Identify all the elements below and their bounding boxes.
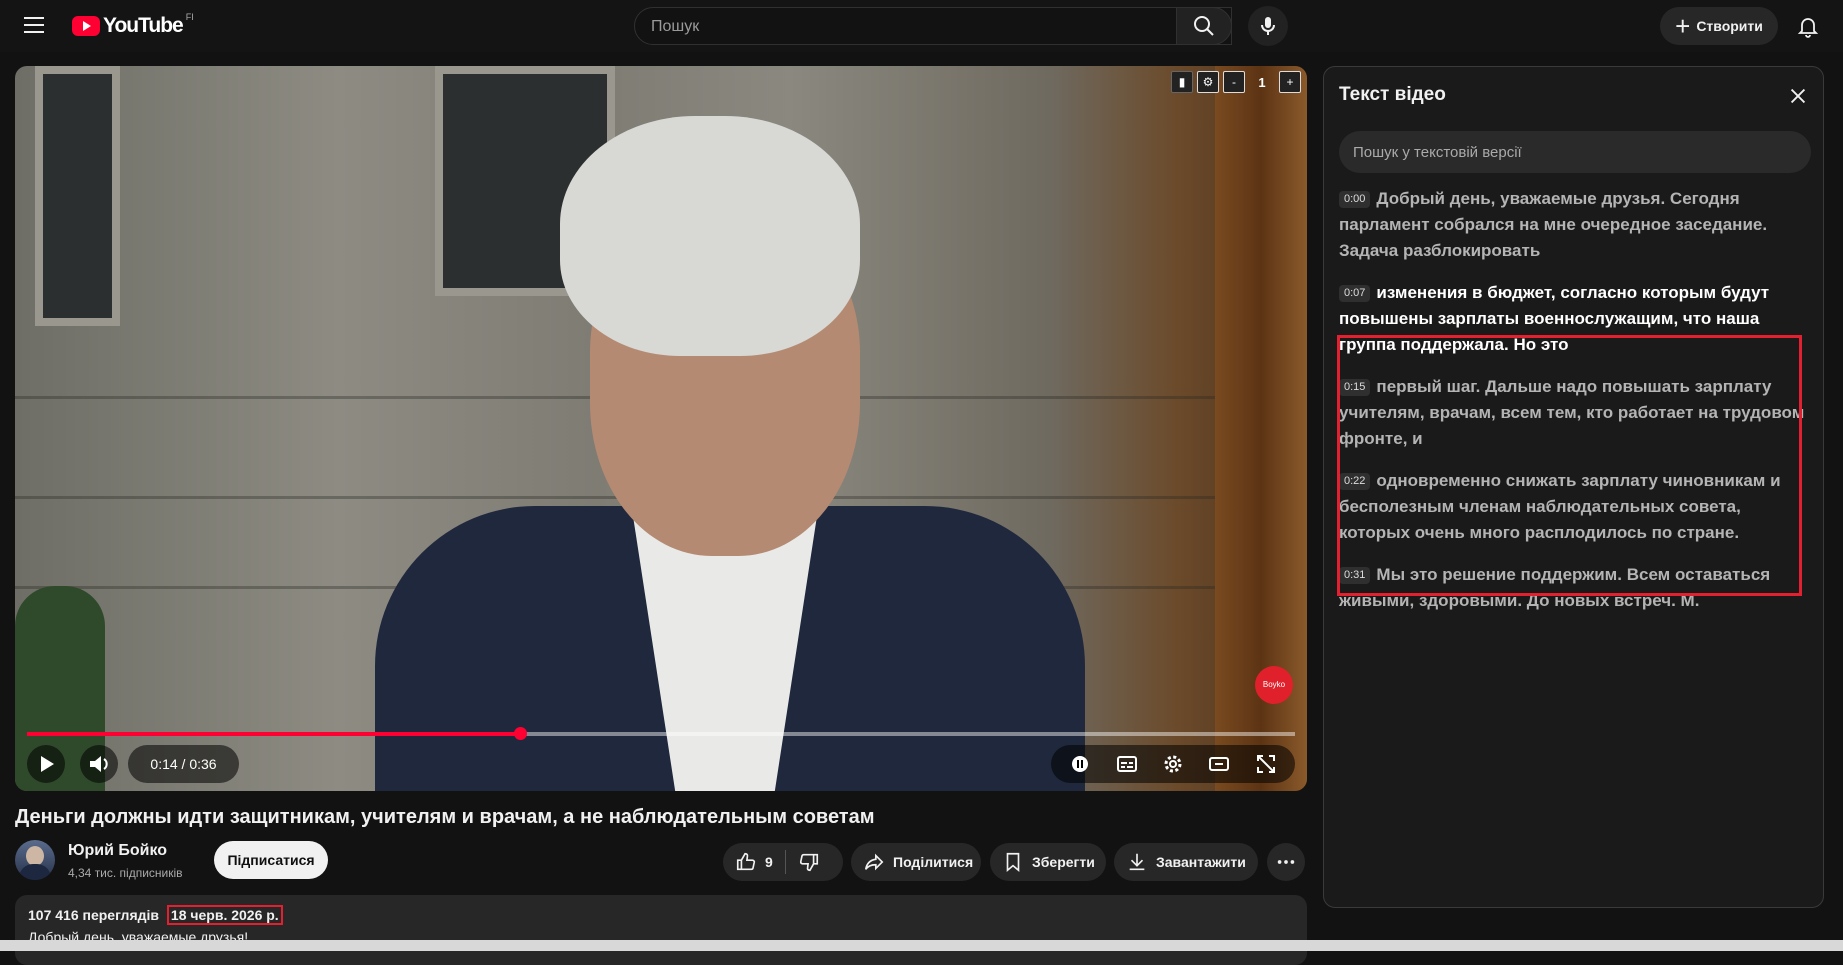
segment-text: первый шаг. Дальше надо повышать зарплат… (1339, 377, 1805, 448)
search-box[interactable] (634, 7, 1232, 45)
settings-button[interactable] (1159, 750, 1187, 778)
more-actions-button[interactable] (1267, 843, 1305, 881)
search-icon (1194, 16, 1214, 36)
search-button[interactable] (1176, 7, 1232, 45)
thumbs-up-icon (736, 852, 756, 871)
player-right-controls (1051, 745, 1295, 783)
upload-date: 18 черв. 2026 р. (166, 905, 283, 925)
thumbs-down-icon (799, 853, 818, 872)
transcript-segment[interactable]: 0:15 первый шаг. Дальше надо повышать зар… (1339, 374, 1809, 452)
like-dislike-group: 9 (723, 843, 843, 881)
youtube-logo[interactable]: YouTube FI (72, 12, 194, 38)
segment-text: одновременно снижать зарплату чиновникам… (1339, 471, 1781, 542)
view-count: 107 416 переглядів (28, 907, 160, 923)
gear-icon (1164, 755, 1182, 773)
play-button[interactable] (27, 745, 65, 783)
description-box[interactable]: 107 416 переглядів 18 черв. 2026 р. Добр… (15, 895, 1307, 965)
time-display: 0:14 / 0:36 (128, 745, 239, 783)
subtitles-button[interactable] (1113, 750, 1141, 778)
download-button[interactable]: Завантажити (1114, 843, 1258, 881)
share-button[interactable]: Поділитися (851, 843, 981, 881)
bookmark-icon (1006, 852, 1020, 873)
download-icon (1129, 853, 1145, 871)
progress-scrubber[interactable] (514, 727, 527, 740)
channel-avatar[interactable] (15, 840, 55, 880)
speed-increase-button[interactable]: + (1279, 71, 1301, 93)
search-input[interactable] (649, 17, 1133, 37)
subtitles-icon (1116, 756, 1137, 772)
transcript-segment-active[interactable]: 0:07 изменения в бюджет, согласно которым… (1339, 280, 1809, 358)
transcript-search-box[interactable] (1339, 131, 1811, 173)
country-code: FI (185, 12, 194, 22)
extension-mic-icon[interactable]: ▮ (1171, 71, 1193, 93)
share-label: Поділитися (893, 854, 974, 870)
subscriber-count: 4,34 тис. підписників (68, 866, 183, 880)
play-icon (41, 756, 54, 772)
download-label: Завантажити (1156, 854, 1246, 870)
transcript-segment[interactable]: 0:22 одновременно снижать зарплату чиновн… (1339, 468, 1809, 546)
logo-text: YouTube (103, 14, 184, 37)
video-scene-window (35, 66, 120, 326)
segment-text: Добрый день, уважаемые друзья. Сегодня п… (1339, 189, 1768, 260)
pause-toggle-icon (1072, 756, 1089, 772)
like-button[interactable]: 9 (723, 843, 785, 881)
voice-search-button[interactable] (1248, 6, 1288, 46)
progress-played (27, 732, 520, 736)
save-button[interactable]: Зберегти (990, 843, 1106, 881)
description-meta: 107 416 переглядів 18 черв. 2026 р. (28, 905, 283, 925)
create-label: Створити (1696, 18, 1763, 34)
segment-timestamp: 0:22 (1339, 473, 1371, 490)
close-icon[interactable] (1787, 85, 1809, 107)
like-count: 9 (765, 854, 773, 870)
menu-icon[interactable] (24, 17, 44, 33)
transcript-segment[interactable]: 0:31 Мы это решение поддержим. Всем остав… (1339, 562, 1809, 614)
extension-settings-icon[interactable]: ⚙ (1197, 71, 1219, 93)
theater-icon (1209, 757, 1230, 771)
segment-timestamp: 0:07 (1339, 285, 1371, 302)
video-player[interactable]: ▮ ⚙ - 1 + Boyko 0:14 / 0:36 (15, 66, 1307, 791)
segment-text: изменения в бюджет, согласно которым буд… (1339, 283, 1770, 354)
fullscreen-button[interactable] (1252, 750, 1280, 778)
transcript-search-input[interactable] (1351, 143, 1795, 162)
volume-button[interactable] (80, 745, 118, 783)
speed-controls: ▮ ⚙ - 1 + (1171, 70, 1301, 94)
notifications-bell-icon[interactable] (1796, 14, 1820, 38)
segment-timestamp: 0:00 (1339, 191, 1371, 208)
bottom-strip (0, 940, 1843, 951)
transcript-segment[interactable]: 0:00 Добрый день, уважаемые друзья. Сегод… (1339, 186, 1809, 264)
plus-icon: + (1675, 11, 1691, 41)
speed-decrease-button[interactable]: - (1223, 71, 1245, 93)
fullscreen-icon (1256, 755, 1275, 773)
video-title: Деньги должны идти защитникам, учителям … (15, 806, 875, 828)
channel-name[interactable]: Юрий Бойко (68, 842, 167, 860)
autoplay-toggle[interactable] (1066, 750, 1094, 778)
transcript-title: Текст відео (1339, 84, 1446, 105)
segment-text: Мы это решение поддержим. Всем оставатьс… (1339, 565, 1771, 610)
segment-timestamp: 0:15 (1339, 379, 1371, 396)
microphone-icon (1261, 17, 1275, 35)
speed-value: 1 (1258, 74, 1266, 90)
channel-watermark[interactable]: Boyko (1255, 666, 1293, 704)
create-button[interactable]: + Створити (1660, 7, 1778, 45)
segment-timestamp: 0:31 (1339, 567, 1371, 584)
transcript-panel: Текст відео 0:00Добрый день, уважаемые д… (1323, 66, 1824, 908)
dislike-button[interactable] (786, 843, 832, 881)
share-icon (864, 853, 884, 871)
subscribe-button[interactable]: Підписатися (214, 841, 328, 879)
save-label: Зберегти (1032, 854, 1095, 870)
volume-icon (90, 756, 108, 772)
more-horizontal-icon (1277, 860, 1295, 864)
theater-mode-button[interactable] (1205, 750, 1233, 778)
youtube-play-icon (72, 16, 100, 36)
